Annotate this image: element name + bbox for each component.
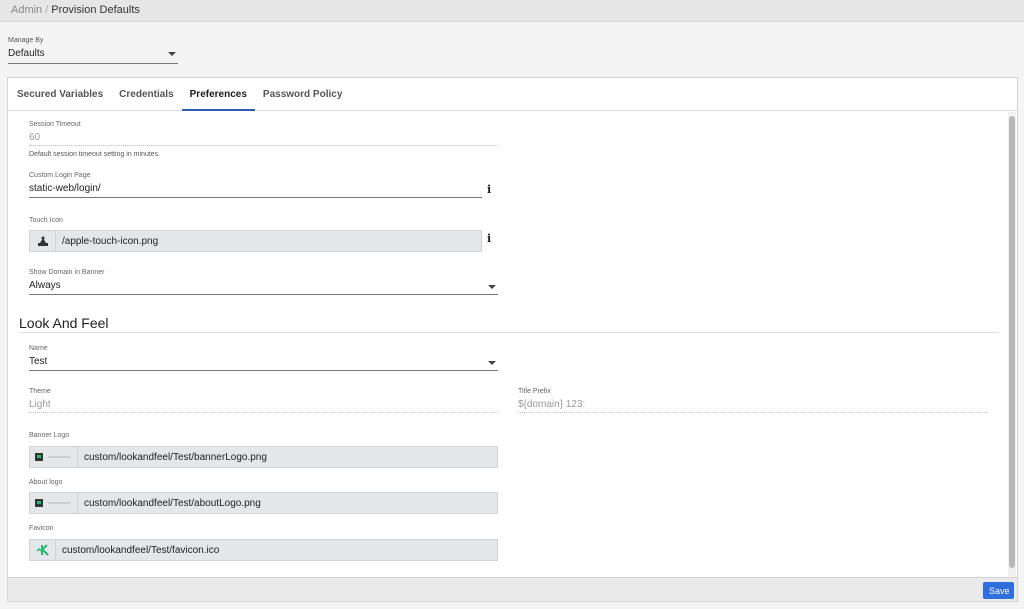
chevron-down-icon — [168, 52, 176, 56]
page-title: Provision Defaults — [51, 4, 140, 16]
favicon-path: custom/lookandfeel/Test/favicon.ico — [62, 544, 220, 556]
upload-icon — [37, 236, 48, 246]
look-and-feel-heading: Look And Feel — [19, 315, 109, 331]
chevron-down-icon — [488, 285, 496, 289]
tab-preferences[interactable]: Preferences — [181, 78, 255, 111]
breadcrumb-admin-link[interactable]: Admin — [11, 4, 42, 16]
banner-logo-file-input[interactable]: custom/lookandfeel/Test/bannerLogo.png — [29, 446, 498, 468]
favicon-thumbnail — [30, 540, 56, 560]
chevron-down-icon — [488, 361, 496, 365]
about-logo-field: About logo — [29, 479, 62, 486]
about-logo-file-input[interactable]: custom/lookandfeel/Test/aboutLogo.png — [29, 492, 498, 514]
session-timeout-input[interactable]: 60 — [29, 132, 498, 146]
session-timeout-field: Session Timeout 60 Default session timeo… — [29, 121, 498, 158]
preferences-content: Session Timeout 60 Default session timeo… — [8, 112, 1008, 577]
main-panel: Secured Variables Credentials Preference… — [7, 77, 1018, 602]
tab-bar: Secured Variables Credentials Preference… — [8, 78, 1017, 111]
about-logo-path: custom/lookandfeel/Test/aboutLogo.png — [84, 497, 261, 509]
scrollbar-thumb[interactable] — [1009, 116, 1015, 568]
custom-login-page-field: Custom Login Page static-web/login/ — [29, 172, 482, 198]
scrollbar[interactable] — [1008, 112, 1016, 577]
look-name-value: Test — [29, 356, 48, 367]
section-divider — [19, 332, 999, 333]
tab-password-policy[interactable]: Password Policy — [255, 78, 350, 111]
session-timeout-label: Session Timeout — [29, 121, 81, 128]
manage-by-field: Manage By Defaults — [8, 37, 178, 64]
show-domain-field: Show Domain in Banner Always — [29, 269, 498, 295]
manage-by-label: Manage By — [8, 37, 44, 44]
custom-login-page-input[interactable]: static-web/login/ — [29, 183, 482, 198]
session-timeout-help: Default session timeout setting in minut… — [29, 151, 161, 158]
banner-logo-field: Banner Logo — [29, 432, 69, 439]
theme-field: Theme Light — [29, 388, 498, 413]
about-logo-thumbnail — [30, 493, 78, 513]
favicon-file-input[interactable]: custom/lookandfeel/Test/favicon.ico — [29, 539, 498, 561]
touch-icon-thumbnail — [30, 231, 56, 251]
favicon-field: Favicon — [29, 525, 54, 532]
theme-input[interactable]: Light — [29, 399, 498, 413]
look-name-field: Name Test — [29, 345, 498, 371]
form-footer: Save — [8, 577, 1017, 601]
banner-logo-thumbnail — [30, 447, 78, 467]
tab-credentials[interactable]: Credentials — [111, 78, 181, 111]
show-domain-select[interactable]: Always — [29, 280, 498, 295]
tab-secured-variables[interactable]: Secured Variables — [9, 78, 111, 111]
title-prefix-label: Title Prefix — [518, 388, 551, 395]
show-domain-value: Always — [29, 280, 61, 291]
touch-icon-label: Touch Icon — [29, 217, 63, 224]
title-prefix-input[interactable]: ${domain} 123: — [518, 399, 987, 413]
save-button[interactable]: Save — [983, 582, 1014, 599]
touch-icon-file-input[interactable]: /apple-touch-icon.png — [29, 230, 482, 252]
theme-label: Theme — [29, 388, 51, 395]
breadcrumb: Admin / Provision Defaults — [0, 0, 1024, 22]
look-name-label: Name — [29, 345, 48, 352]
custom-login-page-label: Custom Login Page — [29, 172, 91, 179]
info-icon[interactable]: i — [487, 232, 491, 245]
manage-by-select[interactable]: Defaults — [8, 48, 178, 64]
about-logo-image — [34, 499, 70, 507]
touch-icon-path: /apple-touch-icon.png — [62, 235, 159, 247]
banner-logo-label: Banner Logo — [29, 432, 70, 439]
about-logo-label: About logo — [29, 479, 63, 486]
title-prefix-field: Title Prefix ${domain} 123: — [518, 388, 987, 413]
manage-by-value: Defaults — [8, 48, 45, 59]
banner-logo-image — [34, 453, 70, 461]
favicon-label: Favicon — [29, 525, 54, 532]
touch-icon-field: Touch Icon — [29, 217, 482, 224]
info-icon[interactable]: i — [487, 183, 491, 196]
breadcrumb-separator: / — [45, 4, 49, 16]
banner-logo-path: custom/lookandfeel/Test/bannerLogo.png — [84, 451, 267, 463]
favicon-image — [36, 544, 49, 556]
look-name-select[interactable]: Test — [29, 356, 498, 371]
show-domain-label: Show Domain in Banner — [29, 269, 105, 276]
